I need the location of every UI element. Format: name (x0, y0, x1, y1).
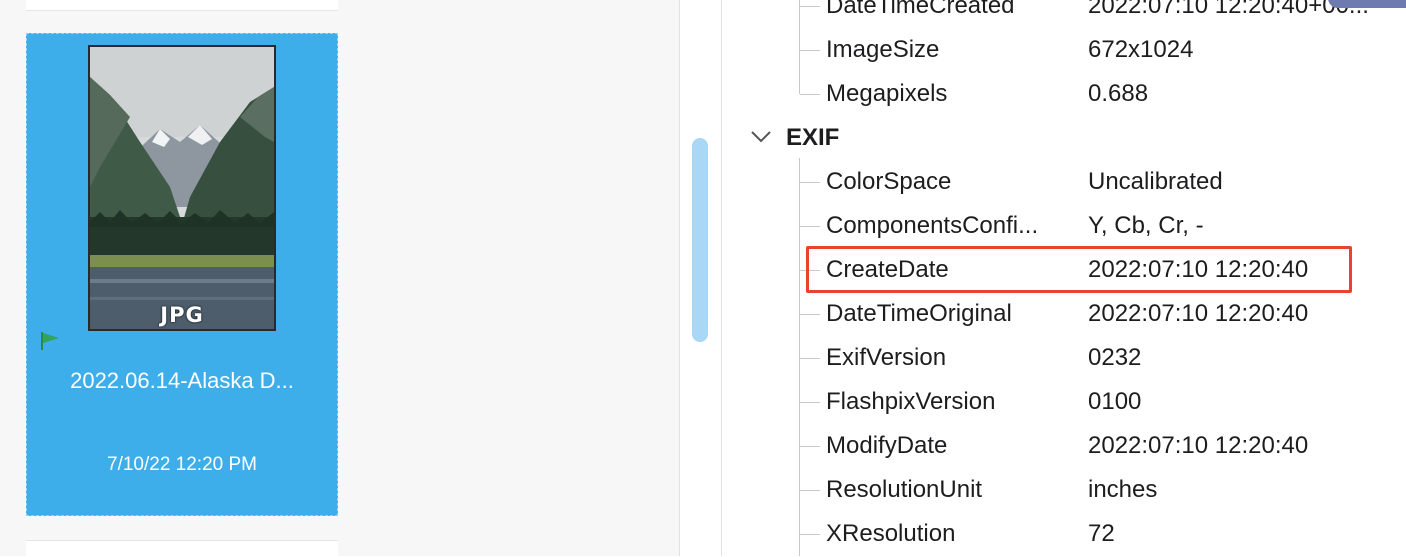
metadata-value: Uncalibrated (1088, 168, 1223, 195)
metadata-row[interactable]: DateTimeCreated 2022:07:10 12:20:40+00..… (722, 0, 1406, 28)
metadata-row[interactable]: ComponentsConfi... Y, Cb, Cr, - (722, 204, 1406, 248)
metadata-key: DateTimeCreated (826, 0, 1015, 19)
metadata-value: inches (1088, 476, 1158, 503)
metadata-key: XResolution (826, 520, 956, 547)
metadata-value: 2022:07:10 12:20:40+00... (1088, 0, 1369, 19)
chevron-down-icon[interactable] (750, 130, 772, 144)
previous-item-card[interactable] (26, 0, 338, 11)
file-browser: JPG 2022.06.14-Alaska D... 7/10/22 12:20… (0, 0, 680, 557)
metadata-row[interactable]: ModifyDate 2022:07:10 12:20:40 (722, 424, 1406, 468)
metadata-row[interactable]: Megapixels 0.688 (722, 72, 1406, 116)
metadata-row[interactable]: FlashpixVersion 0100 (722, 380, 1406, 424)
metadata-key: ExifVersion (826, 344, 947, 371)
metadata-key: ColorSpace (826, 168, 952, 195)
exif-group-header[interactable]: EXIF (722, 116, 1406, 160)
mountain-lake-image (90, 47, 274, 329)
file-type-badge: JPG (160, 303, 204, 327)
corner-overlay (1328, 0, 1406, 8)
metadata-key: ResolutionUnit (826, 476, 983, 503)
group-label: EXIF (786, 124, 840, 151)
scrollbar-thumb[interactable] (692, 138, 708, 342)
metadata-row[interactable]: DateTimeOriginal 2022:07:10 12:20:40 (722, 292, 1406, 336)
metadata-value: 2022:07:10 12:20:40 (1088, 432, 1309, 459)
metadata-value: 0.688 (1088, 80, 1149, 107)
metadata-row[interactable]: ResolutionUnit inches (722, 468, 1406, 512)
file-name-label: 2022.06.14-Alaska D... (70, 368, 294, 393)
metadata-value: 0100 (1088, 388, 1142, 415)
metadata-row[interactable]: ColorSpace Uncalibrated (722, 160, 1406, 204)
metadata-value: 0232 (1088, 344, 1142, 371)
metadata-row[interactable]: ImageSize 672x1024 (722, 28, 1406, 72)
metadata-row[interactable]: ExifVersion 0232 (722, 336, 1406, 380)
metadata-key: ModifyDate (826, 432, 948, 459)
metadata-key: FlashpixVersion (826, 388, 996, 415)
photo-thumbnail[interactable]: JPG (88, 45, 276, 331)
next-item-card[interactable] (26, 540, 338, 557)
file-date-label: 7/10/22 12:20 PM (107, 454, 257, 475)
create-date-highlight-box (806, 246, 1352, 293)
metadata-key: DateTimeOriginal (826, 300, 1012, 327)
metadata-value: 672x1024 (1088, 36, 1194, 63)
selected-file-card[interactable]: JPG 2022.06.14-Alaska D... 7/10/22 12:20… (26, 33, 338, 516)
metadata-key: ImageSize (826, 36, 940, 63)
metadata-key: Megapixels (826, 80, 948, 107)
metadata-key: ComponentsConfi... (826, 212, 1039, 239)
metadata-value: Y, Cb, Cr, - (1088, 212, 1204, 239)
metadata-value: 2022:07:10 12:20:40 (1088, 300, 1309, 327)
metadata-row[interactable]: XResolution 72 (722, 512, 1406, 556)
metadata-value: 72 (1088, 520, 1115, 547)
flag-icon[interactable] (39, 330, 61, 352)
